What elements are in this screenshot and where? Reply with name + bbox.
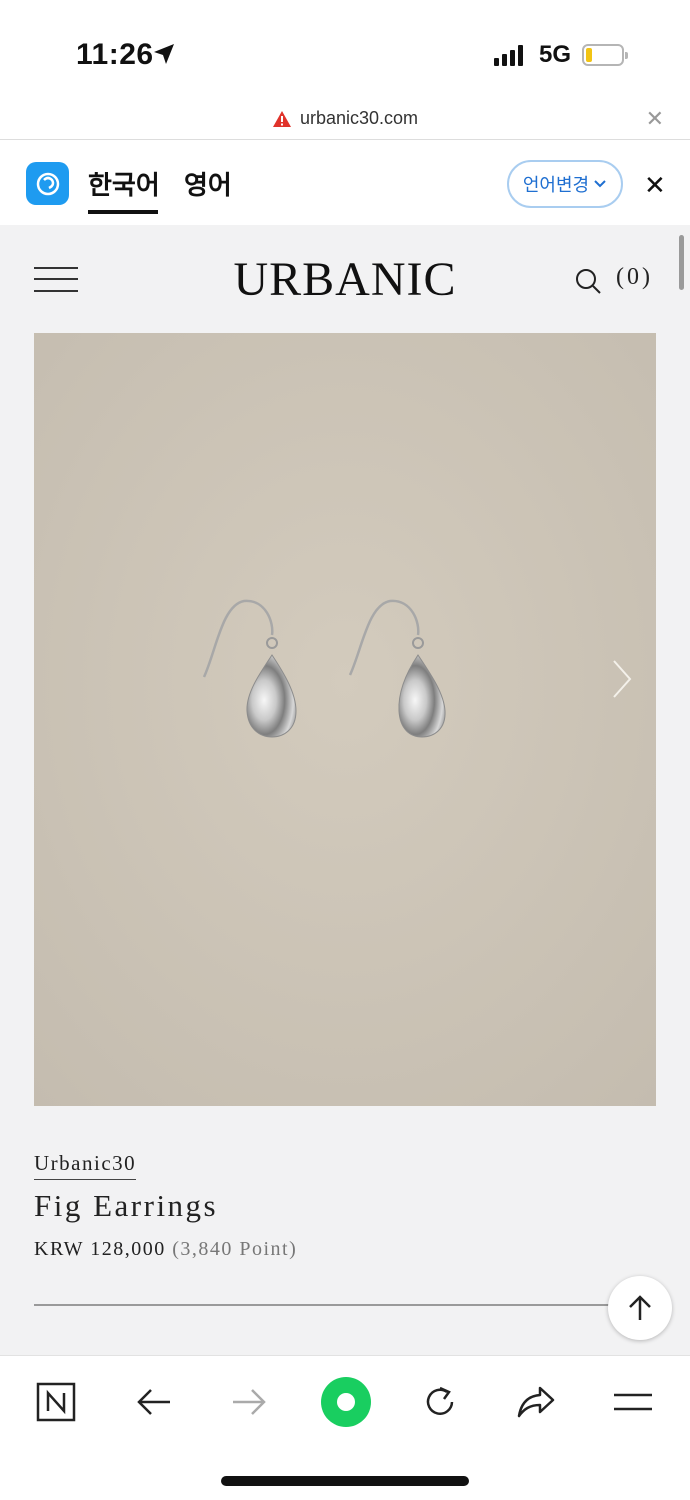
status-time: 11:26: [76, 38, 154, 71]
status-bar: 11:26 5G: [0, 0, 690, 100]
forward-arrow-icon[interactable]: [225, 1378, 273, 1426]
location-arrow-icon: [154, 44, 174, 64]
tab-korean[interactable]: 한국어: [88, 165, 160, 202]
cellular-signal-icon: [494, 44, 523, 66]
home-indicator[interactable]: [221, 1476, 469, 1486]
next-image-arrow-icon[interactable]: [610, 657, 634, 701]
search-icon[interactable]: [574, 267, 602, 295]
chevron-down-icon: [594, 180, 606, 188]
url-bar[interactable]: urbanic30.com ✕: [0, 100, 690, 140]
naver-n-icon[interactable]: [32, 1378, 80, 1426]
close-url-icon[interactable]: ✕: [646, 106, 664, 132]
share-icon[interactable]: [512, 1378, 560, 1426]
network-type: 5G: [539, 41, 572, 68]
product-name: Fig Earrings: [34, 1188, 219, 1223]
change-language-label: 언어변경: [522, 175, 590, 195]
close-translate-icon[interactable]: ✕: [644, 170, 666, 201]
battery-icon: [582, 44, 628, 66]
refresh-icon[interactable]: [416, 1378, 464, 1426]
back-arrow-icon[interactable]: [130, 1378, 178, 1426]
url-text[interactable]: urbanic30.com: [300, 108, 418, 129]
active-tab-indicator: [88, 210, 158, 214]
product-price-line: KRW 128,000 (3,840 Point): [34, 1238, 297, 1261]
product-points: (3,840 Point): [172, 1238, 298, 1260]
menu-icon[interactable]: [608, 1378, 658, 1426]
papago-logo-icon[interactable]: [26, 162, 69, 205]
change-language-button[interactable]: 언어변경: [507, 160, 623, 208]
arrow-up-icon: [629, 1295, 651, 1320]
product-image[interactable]: [34, 333, 656, 1106]
earrings-photo: [34, 333, 656, 1106]
cart-count[interactable]: (0): [616, 264, 653, 291]
divider: [34, 1304, 624, 1306]
product-brand-link[interactable]: Urbanic30: [34, 1151, 137, 1180]
warning-icon: [272, 110, 291, 127]
tab-english[interactable]: 영어: [184, 165, 232, 202]
scroll-to-top-button[interactable]: [608, 1276, 672, 1340]
webpage: URBANIC (0) Urbanic30 Fig Earrings KRW 1…: [0, 225, 690, 1355]
green-dot-home-icon[interactable]: [320, 1376, 372, 1428]
product-price: KRW 128,000: [34, 1238, 166, 1260]
translate-bar: 한국어 영어 언어변경 ✕: [0, 141, 690, 225]
